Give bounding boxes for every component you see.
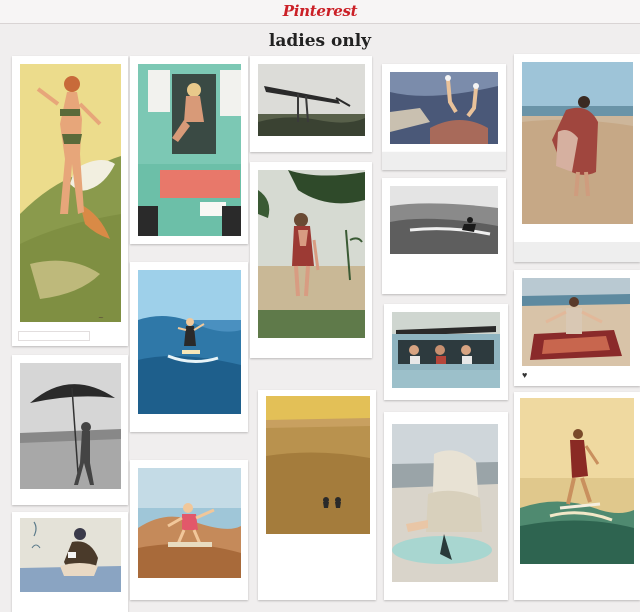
pinterest-logo[interactable]: Pinterest [0,2,640,20]
pin-card[interactable] [514,54,640,262]
pin-card[interactable]: ~ [12,56,128,346]
pin-image[interactable] [258,170,365,338]
pin-image[interactable] [266,396,370,534]
pin-card[interactable] [12,512,128,612]
pin-card[interactable] [384,412,508,600]
pin-image[interactable] [138,468,241,578]
pin-image[interactable] [520,398,634,564]
pin-image[interactable] [138,64,241,236]
pin-image[interactable] [390,72,498,144]
pin-image[interactable] [390,186,498,254]
artist-signature: ~ [98,314,104,322]
pin-caption-bar [18,331,90,341]
pin-card[interactable] [382,178,506,294]
pin-image[interactable] [258,64,365,136]
pin-card[interactable] [258,390,376,600]
pin-card[interactable]: ♥ [514,270,640,386]
top-navigation-bar: Pinterest [0,0,640,24]
pin-card[interactable] [12,355,128,505]
pin-image[interactable] [20,64,121,322]
pin-card[interactable] [250,162,372,358]
pin-footer [514,242,640,262]
pin-image[interactable] [522,278,630,366]
pin-image[interactable] [20,518,121,592]
pin-card[interactable] [130,56,248,244]
pin-image[interactable] [392,312,500,388]
pin-image[interactable] [20,363,121,489]
pin-card[interactable] [382,64,506,152]
pin-image[interactable] [138,270,241,414]
board-title: ladies only [268,31,372,51]
pin-image[interactable] [392,424,498,582]
like-heart-icon[interactable]: ♥ [522,370,527,380]
pin-card[interactable] [250,56,372,152]
pin-card[interactable] [382,152,506,170]
pin-card[interactable] [514,392,640,600]
pin-card[interactable] [130,460,248,600]
pin-image[interactable] [522,62,633,224]
pin-card[interactable] [130,262,248,432]
pin-card[interactable] [384,304,508,400]
